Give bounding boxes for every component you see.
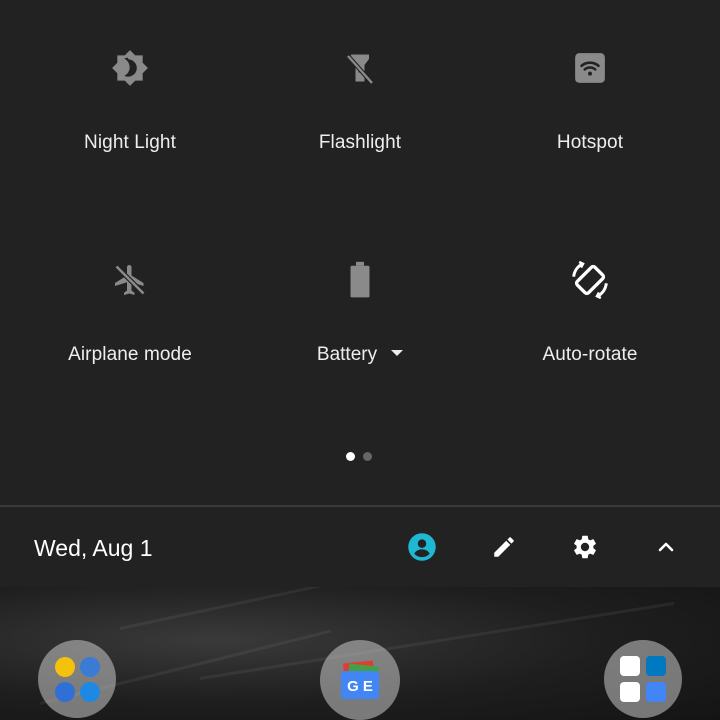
tile-battery[interactable]: Battery xyxy=(250,260,470,410)
user-icon xyxy=(408,533,436,561)
page-dot-inactive[interactable] xyxy=(363,452,372,461)
user-button[interactable] xyxy=(402,527,442,567)
trello-icon xyxy=(646,656,666,676)
home-wallpaper: G E xyxy=(0,587,720,720)
airplane-icon xyxy=(110,260,150,300)
quick-settings-footer: Wed, Aug 1 xyxy=(0,507,720,587)
tile-label: Airplane mode xyxy=(68,344,192,365)
slack-icon xyxy=(620,656,640,676)
edit-button[interactable] xyxy=(484,527,524,567)
auto-rotate-icon xyxy=(570,260,610,300)
message-app-icon xyxy=(55,682,75,702)
duo-icon xyxy=(80,657,100,677)
dropdown-caret-icon[interactable] xyxy=(391,349,404,356)
date-label[interactable]: Wed, Aug 1 xyxy=(34,535,153,562)
edit-icon xyxy=(494,537,514,557)
settings-icon xyxy=(574,535,596,559)
tile-auto-rotate[interactable]: Auto-rotate xyxy=(480,260,700,410)
page-dot-active[interactable] xyxy=(346,452,355,461)
messenger-icon xyxy=(80,682,100,702)
tile-label: Auto-rotate xyxy=(542,344,638,365)
tile-airplane-mode[interactable]: Airplane mode xyxy=(20,260,240,410)
quick-settings-panel: Night Light Flashlight Hotspot Airplane … xyxy=(0,0,720,506)
calendar-icon xyxy=(646,682,666,702)
tile-label: Hotspot xyxy=(556,132,624,153)
night-light-icon xyxy=(110,48,150,88)
news-icon-text: G E xyxy=(347,678,373,695)
productivity-folder[interactable] xyxy=(604,640,682,718)
tile-label: Battery xyxy=(316,344,378,365)
collapse-button[interactable] xyxy=(646,527,686,567)
gmail-icon xyxy=(620,682,640,702)
tile-label: Flashlight xyxy=(318,132,402,153)
settings-button[interactable] xyxy=(565,527,605,567)
flashlight-icon xyxy=(340,48,380,88)
messages-icon xyxy=(55,657,75,677)
battery-label-wrap[interactable]: Battery xyxy=(250,344,470,366)
tile-label: Night Light xyxy=(84,132,176,153)
android-screen: Night Light Flashlight Hotspot Airplane … xyxy=(0,0,720,720)
chevron-up-icon xyxy=(658,542,674,552)
google-news-icon: G E xyxy=(341,660,379,699)
hotspot-icon xyxy=(570,48,610,88)
tile-night-light[interactable]: Night Light xyxy=(20,48,240,198)
tile-flashlight[interactable]: Flashlight xyxy=(250,48,470,198)
communication-folder[interactable] xyxy=(38,640,116,718)
wallpaper-streak xyxy=(199,601,675,680)
google-news-app[interactable]: G E xyxy=(320,640,400,720)
tile-hotspot[interactable]: Hotspot xyxy=(480,48,700,198)
battery-icon xyxy=(340,260,380,300)
